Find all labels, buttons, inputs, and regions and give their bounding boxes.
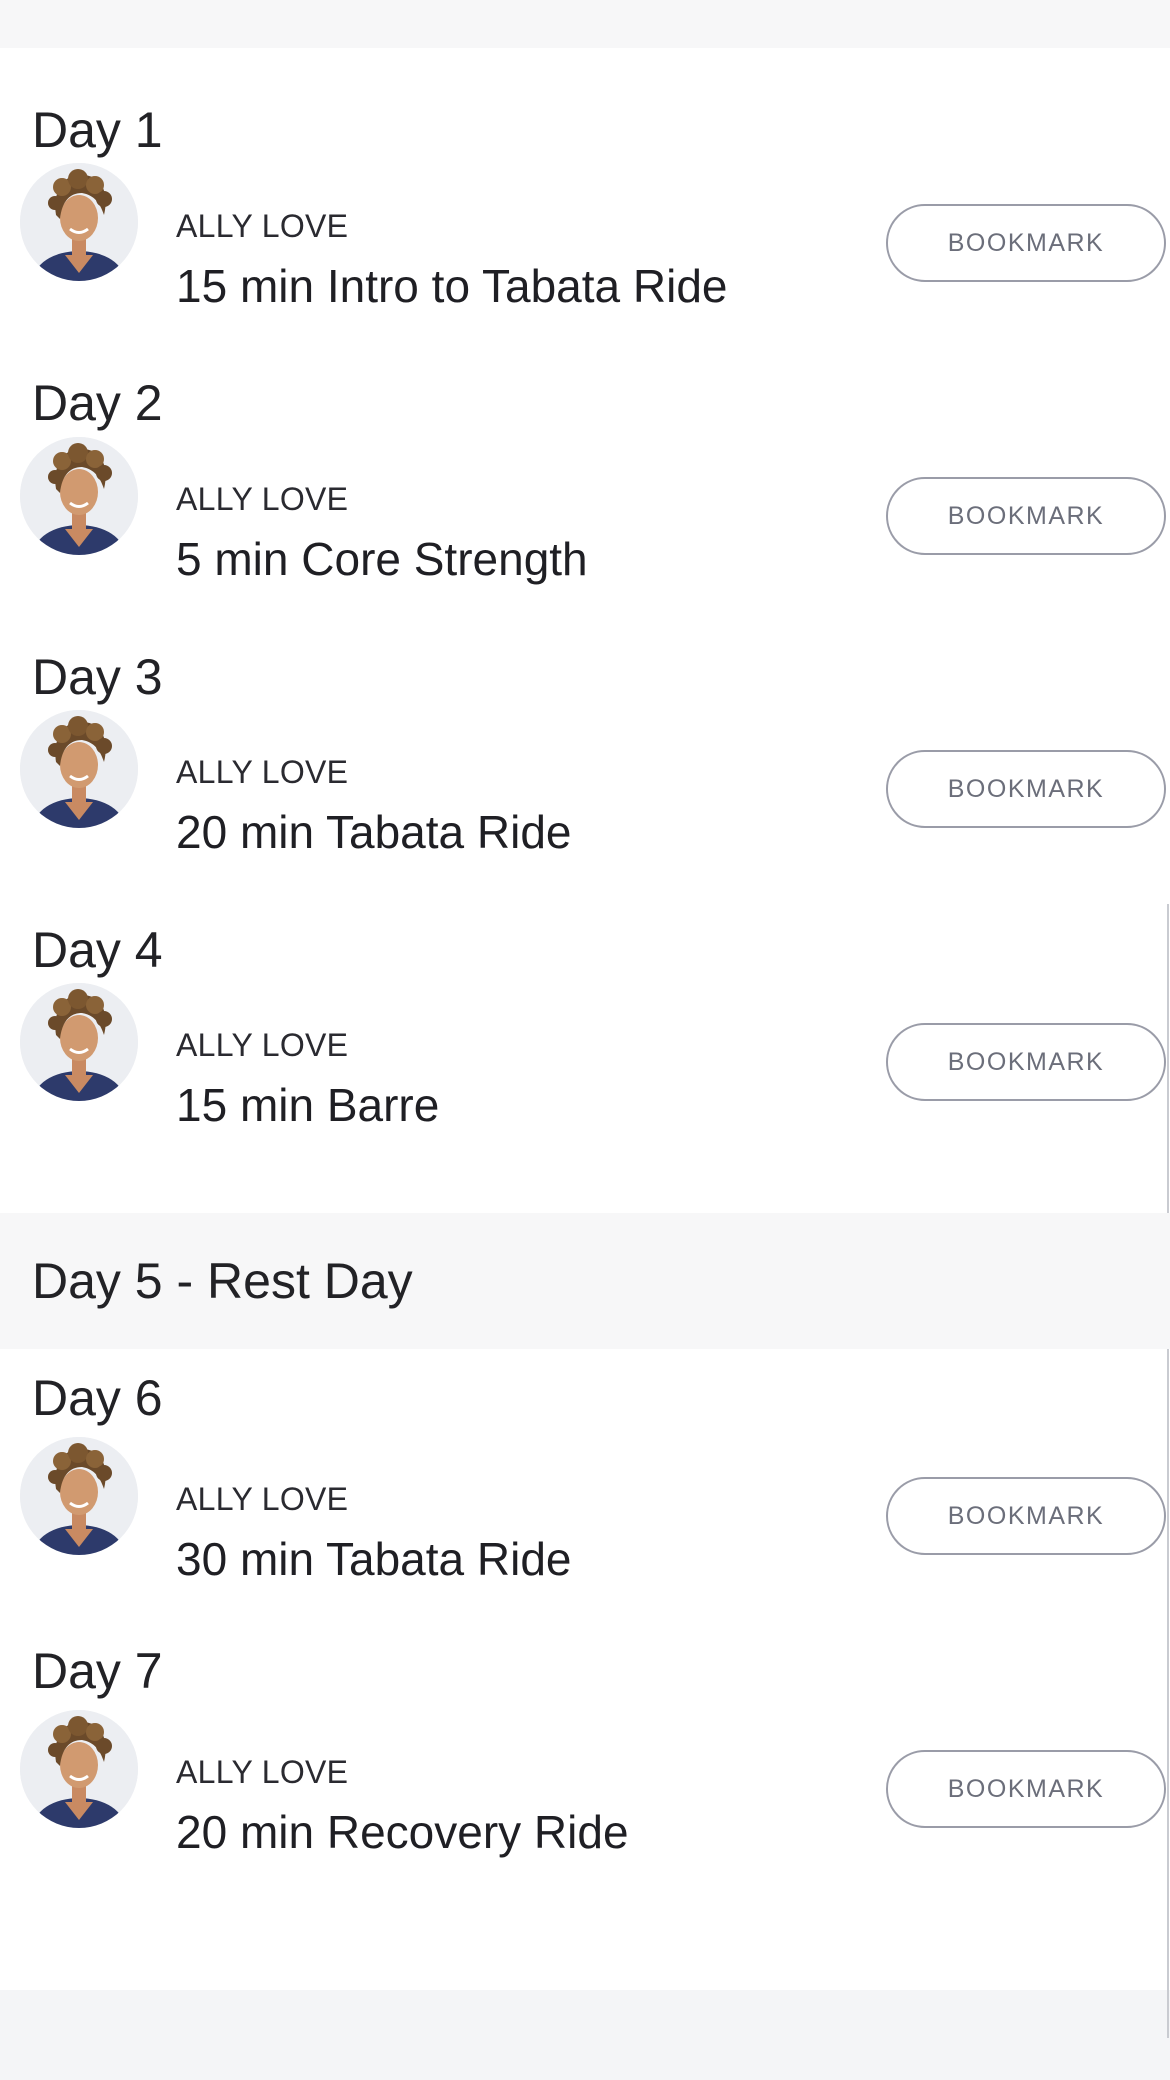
day-heading: Day 4 — [32, 922, 163, 978]
instructor-name: ALLY LOVE — [176, 481, 349, 517]
scrollbar[interactable] — [1167, 904, 1169, 2038]
day-heading: Day 5 - Rest Day — [32, 1253, 413, 1309]
bookmark-button[interactable]: BOOKMARK — [886, 477, 1166, 555]
instructor-avatar — [20, 437, 138, 555]
class-title[interactable]: 15 min Intro to Tabata Ride — [176, 258, 727, 314]
instructor-avatar — [20, 710, 138, 828]
instructor-avatar — [20, 163, 138, 281]
class-title[interactable]: 15 min Barre — [176, 1077, 439, 1133]
instructor-name: ALLY LOVE — [176, 1481, 349, 1517]
bookmark-button[interactable]: BOOKMARK — [886, 1023, 1166, 1101]
instructor-avatar — [20, 1710, 138, 1828]
day-heading: Day 1 — [32, 102, 163, 158]
instructor-avatar — [20, 1437, 138, 1555]
class-title[interactable]: 20 min Recovery Ride — [176, 1804, 629, 1860]
instructor-name: ALLY LOVE — [176, 1754, 349, 1790]
bookmark-button[interactable]: BOOKMARK — [886, 750, 1166, 828]
class-title[interactable]: 20 min Tabata Ride — [176, 804, 572, 860]
instructor-name: ALLY LOVE — [176, 1027, 349, 1063]
class-title[interactable]: 5 min Core Strength — [176, 531, 588, 587]
bottom-spacer — [0, 1990, 1170, 2080]
instructor-avatar — [20, 983, 138, 1101]
day-heading: Day 6 — [32, 1370, 163, 1426]
bookmark-button[interactable]: BOOKMARK — [886, 204, 1166, 282]
day-heading: Day 7 — [32, 1643, 163, 1699]
bookmark-button[interactable]: BOOKMARK — [886, 1750, 1166, 1828]
day-heading: Day 2 — [32, 375, 163, 431]
bookmark-button[interactable]: BOOKMARK — [886, 1477, 1166, 1555]
instructor-name: ALLY LOVE — [176, 754, 349, 790]
class-title[interactable]: 30 min Tabata Ride — [176, 1531, 572, 1587]
rest-day-section: Day 5 - Rest Day — [0, 1213, 1170, 1349]
instructor-name: ALLY LOVE — [176, 208, 349, 244]
top-spacer — [0, 0, 1170, 48]
day-heading: Day 3 — [32, 649, 163, 705]
program-schedule-list — [0, 48, 1170, 1990]
